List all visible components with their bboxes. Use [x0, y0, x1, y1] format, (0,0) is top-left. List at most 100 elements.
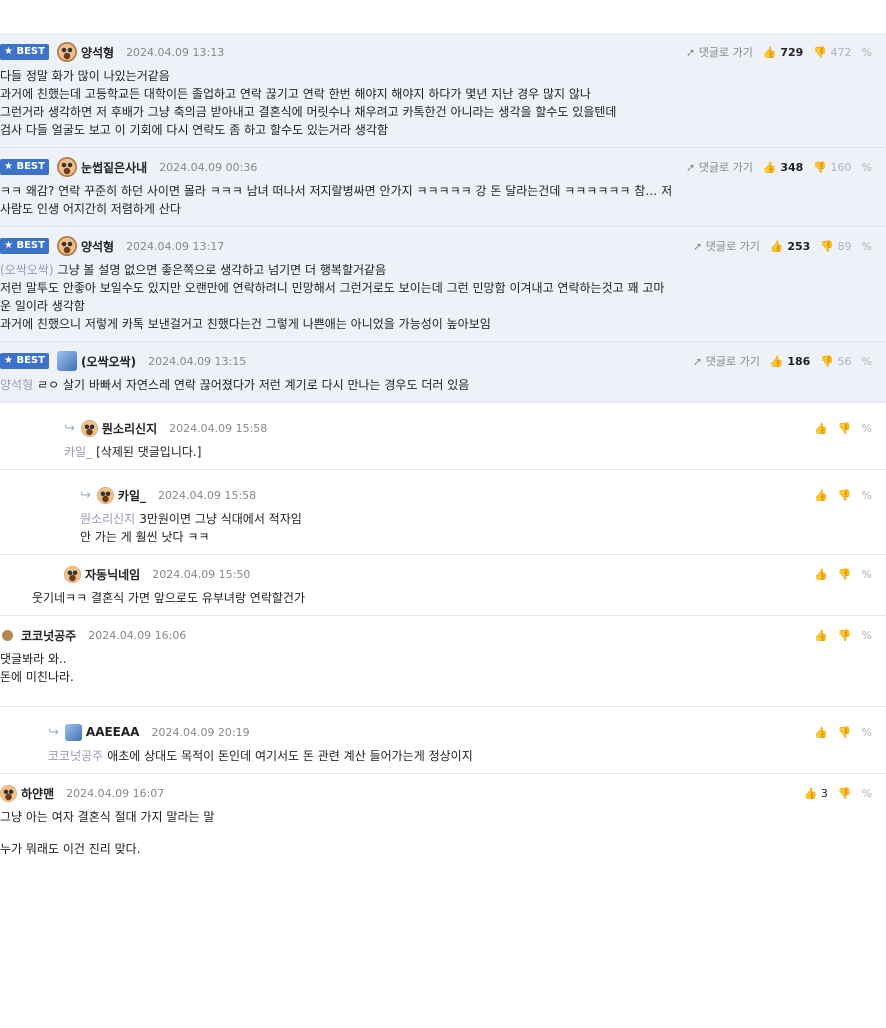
comment-body: (오싹오싹) 그냥 볼 설명 없으면 좋은쪽으로 생각하고 넘기면 더 행복할거같… [0, 257, 872, 333]
link-icon[interactable]: % [862, 46, 872, 59]
reply-comment: ↪ AAEEAA 2024.04.09 20:19 👍 👎 % 코코넛공주 애초에… [0, 707, 886, 774]
upvote-button[interactable]: 👍 3 [804, 787, 828, 800]
nickname[interactable]: 자동닉네임 [85, 566, 140, 583]
avatar[interactable] [96, 486, 114, 504]
comment-line: 양석형 ㄹㅇ 살기 바빠서 자연스레 연락 끊어졌다가 저런 계기로 다시 만나는… [0, 376, 872, 394]
avatar[interactable] [56, 42, 77, 62]
avatar[interactable] [64, 723, 82, 741]
comment-line: (오싹오싹) 그냥 볼 설명 없으면 좋은쪽으로 생각하고 넘기면 더 행복할거같… [0, 261, 872, 279]
nickname[interactable]: 카일_ [118, 487, 146, 504]
comment-date: 2024.04.09 20:19 [151, 725, 250, 739]
comment-text: 그냥 볼 설명 없으면 좋은쪽으로 생각하고 넘기면 더 행복할거같음 [57, 263, 387, 277]
downvote-button[interactable]: 👎 160 [813, 161, 851, 174]
downvote-button[interactable]: 👎 56 [820, 355, 851, 368]
comment-date: 2024.04.09 15:58 [158, 488, 257, 502]
nickname[interactable]: 눈썹짙은사내 [81, 159, 147, 176]
avatar[interactable] [2, 629, 13, 641]
comment-body: 웃기네ㅋㅋ 결혼식 가면 앞으로도 유부녀랑 연락할건가 [32, 585, 872, 607]
reply-comment: ↪ 뭔소리신지 2024.04.09 15:58 👍 👎 % 카일_ [삭제된 댓… [0, 403, 886, 470]
avatar[interactable] [56, 351, 77, 371]
thumbs-down-icon[interactable]: 👎 [838, 787, 852, 800]
avatar[interactable] [56, 236, 77, 256]
nickname[interactable]: 코코넛공주 [21, 627, 76, 644]
avatar[interactable] [80, 419, 98, 437]
thumbs-down-icon: 👎 [813, 45, 828, 59]
goto-comment-link[interactable]: ➚ 댓글로 가기 [693, 353, 760, 369]
link-icon[interactable]: % [862, 161, 872, 174]
reply-comment: ↪ 카일_ 2024.04.09 15:58 👍 👎 % 뭔소리신지 3만원이면 … [0, 470, 886, 555]
comment-date: 2024.04.09 13:15 [148, 354, 247, 368]
comment-actions: ➚ 댓글로 가기 👍 348 👎 160 % [686, 159, 872, 175]
link-icon[interactable]: % [862, 726, 872, 739]
link-icon[interactable]: % [862, 787, 872, 800]
upvote-button[interactable]: 👍 186 [770, 355, 811, 368]
best-badge: ★ BEST [0, 238, 49, 254]
best-comment: ★ BEST 양석형 2024.04.09 13:13 ➚ 댓글로 가기 👍 7… [0, 33, 886, 148]
thumbs-down-icon[interactable]: 👎 [838, 726, 852, 739]
comment-line: 과거에 친했으니 저렇게 카톡 보낸걸거고 친했다는건 그렇게 나쁜애는 아니었… [0, 317, 491, 331]
thumbs-up-icon[interactable]: 👍 [814, 489, 828, 502]
mention-tag[interactable]: 뭔소리신지 [80, 512, 135, 526]
comment-body: 그냥 아는 여자 결혼식 절대 가지 말라는 말 누가 뭐래도 이건 진리 맞다… [0, 804, 872, 858]
mention-tag[interactable]: 카일_ [64, 445, 92, 459]
thumbs-down-icon[interactable]: 👎 [838, 568, 852, 581]
link-icon[interactable]: % [862, 489, 872, 502]
thumbs-down-icon[interactable]: 👎 [838, 422, 852, 435]
comment-line: 사람도 인생 어지간히 저렴하게 산다 [0, 202, 181, 216]
thumbs-up-icon[interactable]: 👍 [814, 726, 828, 739]
comment-body: ㅋㅋ 왜감? 연락 꾸준히 하던 사이면 몰라 ㅋㅋㅋ 남녀 떠나서 저지랄병싸… [0, 178, 872, 218]
comment: 코코넛공주 2024.04.09 16:06 👍 👎 % 댓글봐라 와.. 돈에… [0, 616, 886, 707]
upvote-button[interactable]: 👍 253 [770, 240, 811, 253]
reply-arrow-icon: ↪ [48, 724, 59, 740]
thumbs-up-icon: 👍 [762, 45, 777, 59]
link-icon[interactable]: % [862, 568, 872, 581]
comment-line: 카일_ [삭제된 댓글입니다.] [64, 443, 872, 461]
comment-line: 다들 정말 화가 많이 나있는거같음 [0, 69, 170, 83]
nickname[interactable]: 하얀맨 [21, 785, 54, 802]
comment-line: 웃기네ㅋㅋ 결혼식 가면 앞으로도 유부녀랑 연락할건가 [32, 591, 305, 605]
best-badge: ★ BEST [0, 159, 49, 175]
avatar[interactable] [56, 157, 77, 177]
thumbs-down-icon: 👎 [820, 354, 835, 368]
avatar[interactable] [64, 565, 81, 583]
upvote-button[interactable]: 👍 729 [763, 46, 804, 59]
comment-date: 2024.04.09 13:17 [126, 239, 225, 253]
goto-comment-link[interactable]: ➚ 댓글로 가기 [693, 238, 760, 254]
comment-actions: ➚ 댓글로 가기 👍 253 👎 89 % [693, 238, 872, 254]
thumbs-down-icon[interactable]: 👎 [838, 489, 852, 502]
mention-tag[interactable]: (오싹오싹) [0, 263, 54, 277]
downvote-button[interactable]: 👎 472 [813, 46, 851, 59]
nickname[interactable]: 양석형 [81, 44, 114, 61]
comment-text: 3만원이면 그냥 식대에서 적자임 [139, 512, 302, 526]
comment-list: ★ BEST 양석형 2024.04.09 13:13 ➚ 댓글로 가기 👍 7… [0, 0, 886, 1028]
thumbs-up-icon[interactable]: 👍 [814, 422, 828, 435]
thumbs-up-icon[interactable]: 👍 [814, 629, 828, 642]
best-badge: ★ BEST [0, 44, 49, 60]
downvote-button[interactable]: 👎 89 [820, 240, 851, 253]
comment-actions: 👍 👎 % [814, 629, 872, 642]
goto-comment-link[interactable]: ➚ 댓글로 가기 [686, 44, 753, 60]
nickname[interactable]: AAEEAA [86, 725, 140, 739]
comment-actions: 👍 👎 % [814, 726, 872, 739]
mention-tag[interactable]: 양석형 [0, 378, 33, 392]
nickname[interactable]: (오싹오싹) [81, 353, 136, 370]
comment-text: [삭제된 댓글입니다.] [96, 445, 202, 459]
goto-comment-link[interactable]: ➚ 댓글로 가기 [686, 159, 753, 175]
link-icon[interactable]: % [862, 240, 872, 253]
comment-actions: ➚ 댓글로 가기 👍 729 👎 472 % [686, 44, 872, 60]
link-icon[interactable]: % [862, 629, 872, 642]
best-comment: ★ BEST (오싹오싹) 2024.04.09 13:15 ➚ 댓글로 가기 … [0, 342, 886, 403]
nickname[interactable]: 뭔소리신지 [102, 420, 157, 437]
comment-body: 댓글봐라 와.. 돈에 미친나라. [0, 646, 872, 686]
link-icon[interactable]: % [862, 422, 872, 435]
link-icon[interactable]: % [862, 355, 872, 368]
thumbs-up-icon[interactable]: 👍 [814, 568, 828, 581]
upvote-button[interactable]: 👍 348 [763, 161, 804, 174]
mention-tag[interactable]: 코코넛공주 [48, 749, 103, 763]
comment-body: 다들 정말 화가 많이 나있는거같음 과거에 친했는데 고등학교든 대학이든 졸… [0, 63, 872, 139]
nickname[interactable]: 양석형 [81, 238, 114, 255]
thumbs-down-icon[interactable]: 👎 [838, 629, 852, 642]
comment-actions: 👍 👎 % [814, 489, 872, 502]
avatar[interactable] [0, 784, 17, 802]
thumbs-up-icon: 👍 [762, 160, 777, 174]
